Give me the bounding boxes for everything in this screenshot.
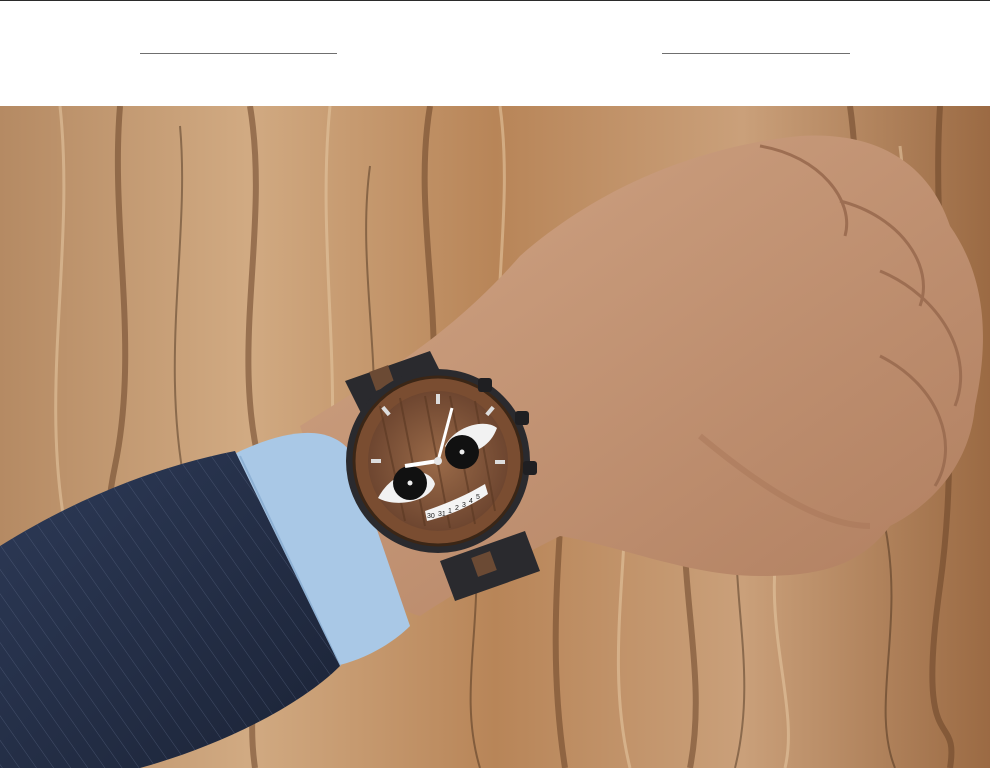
date-digit-1: 30 — [427, 513, 435, 520]
date-digit-5: 3 — [462, 502, 466, 509]
date-digit-3: 1 — [448, 508, 452, 515]
date-digit-6: 4 — [469, 498, 473, 505]
divider-right — [662, 53, 850, 54]
date-digit-2: 31 — [438, 511, 446, 518]
product-photo: 30 31 1 2 3 4 5 — [0, 106, 990, 768]
divider-left — [140, 53, 337, 54]
date-digit-7: 5 — [476, 494, 480, 501]
date-digit-4: 2 — [455, 505, 459, 512]
page-header — [0, 0, 990, 106]
